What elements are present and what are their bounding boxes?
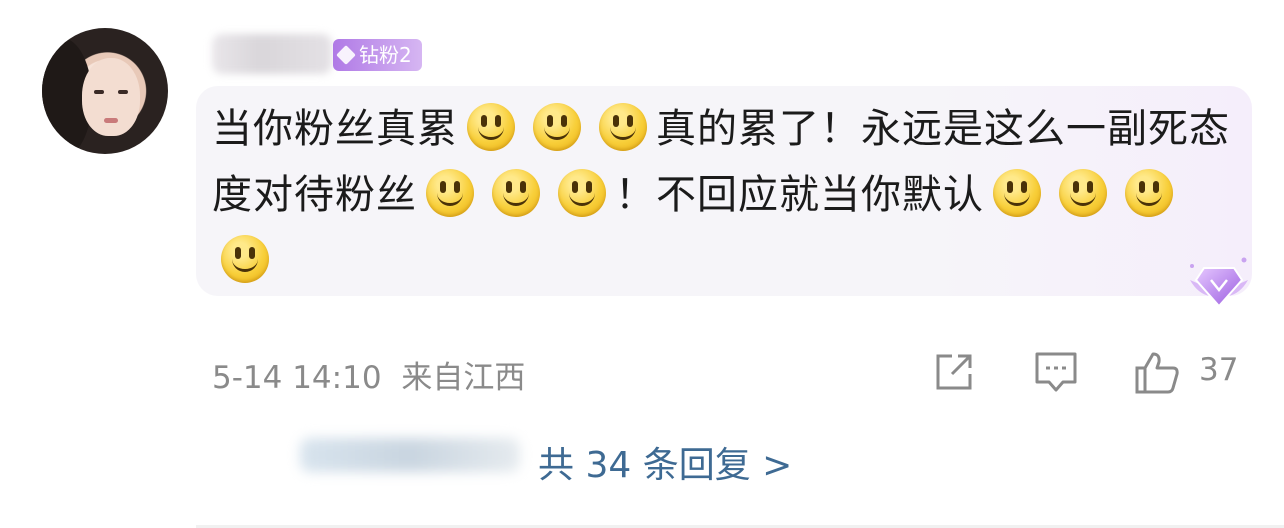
user-avatar[interactable]	[42, 28, 168, 154]
diamond-fan-decoration-icon	[1190, 257, 1248, 308]
share-icon[interactable]	[932, 350, 976, 394]
smile-emoji-icon	[1125, 169, 1173, 217]
comment-icon[interactable]	[1033, 350, 1079, 394]
smile-emoji-icon	[1059, 169, 1107, 217]
fan-level-badge[interactable]: 钻粉2	[333, 39, 422, 71]
diamond-icon	[336, 45, 356, 65]
comment-location: 来自江西	[401, 360, 526, 396]
badge-label: 钻粉2	[359, 43, 412, 67]
replier-avatars-blurred	[300, 438, 520, 472]
smile-emoji-icon	[467, 103, 515, 151]
comment-time: 5-14 14:10	[212, 360, 382, 396]
smile-emoji-icon	[599, 103, 647, 151]
like-button[interactable]: 37	[1133, 350, 1253, 394]
comment-text-part-1: 当你粉丝真累	[212, 106, 458, 152]
comment-text-part-3: ！不回应就当你默认	[615, 172, 984, 218]
comment-text: 当你粉丝真累 真的累了！永远是这么一副死态度对待粉丝 ！不回应就当你默认	[212, 96, 1232, 294]
thumbs-up-icon	[1135, 352, 1179, 394]
smile-emoji-icon	[993, 169, 1041, 217]
smile-emoji-icon	[221, 235, 269, 283]
view-replies-link[interactable]: 共 34 条回复 >	[538, 436, 792, 488]
smile-emoji-icon	[426, 169, 474, 217]
smile-emoji-icon	[533, 103, 581, 151]
username-blurred[interactable]	[212, 34, 332, 74]
comment-meta: 5-14 14:10 来自江西	[212, 352, 525, 397]
like-count: 37	[1199, 352, 1239, 388]
smile-emoji-icon	[492, 169, 540, 217]
smile-emoji-icon	[558, 169, 606, 217]
